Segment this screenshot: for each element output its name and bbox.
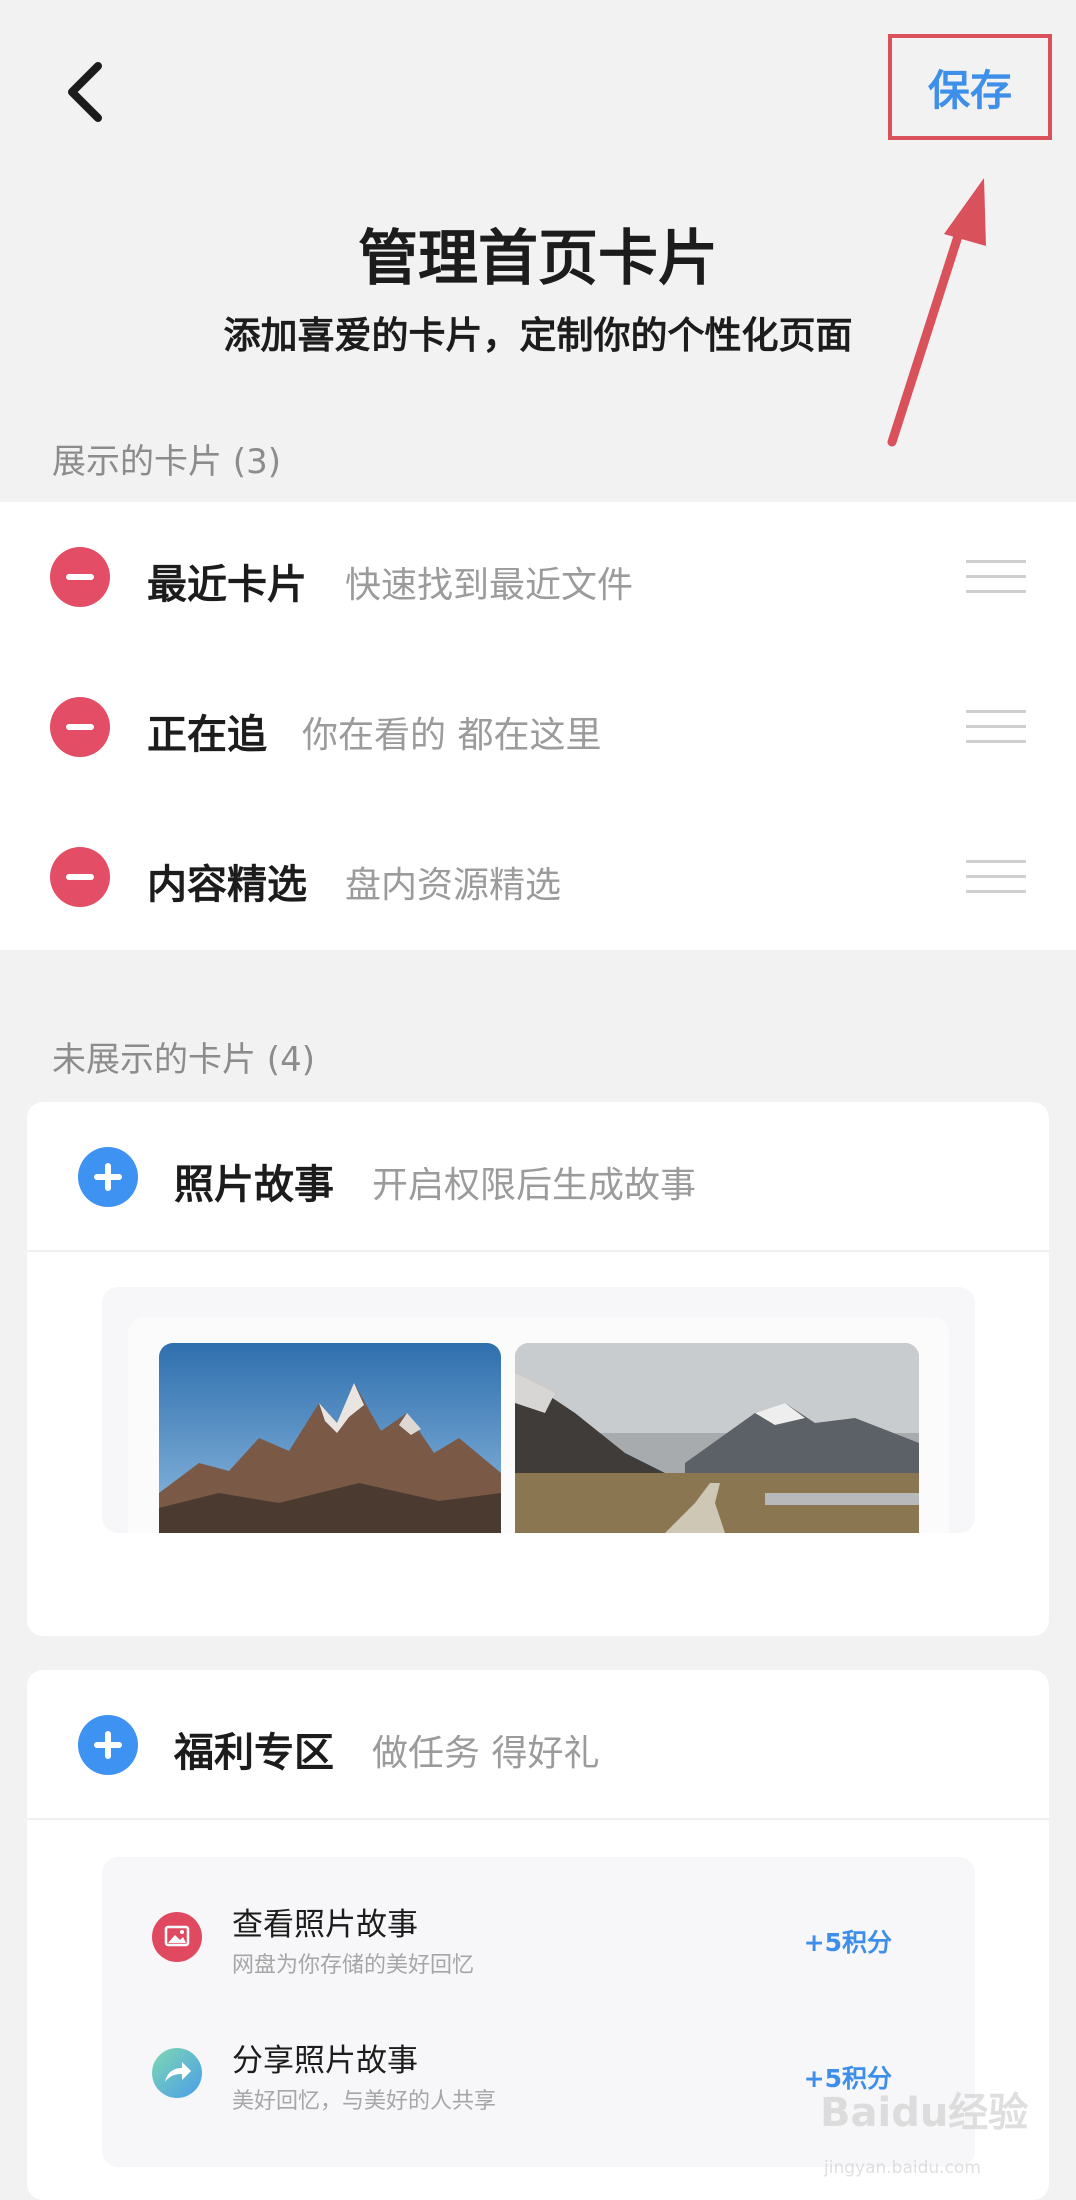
task-title: 查看照片故事: [232, 1907, 418, 1943]
card-description: 盘内资源精选: [345, 865, 562, 906]
task-reward[interactable]: +5积分: [804, 1923, 892, 1959]
photo-icon: [152, 1912, 202, 1962]
card-description: 快速找到最近文件: [345, 565, 634, 606]
remove-button[interactable]: [50, 697, 110, 757]
task-title: 分享照片故事: [232, 2043, 418, 2079]
card-description: 你在看的 都在这里: [302, 715, 602, 756]
hidden-card-photo-story: 照片故事 开启权限后生成故事: [27, 1102, 1049, 1636]
card-description: 开启权限后生成故事: [372, 1165, 697, 1206]
page-title: 管理首页卡片: [358, 224, 718, 294]
hidden-section-label: 未展示的卡片 (4): [52, 1040, 315, 1080]
photo-story-preview: [102, 1287, 975, 1533]
baidu-jingyan-watermark: Baidu经验 jingyan.baidu.com: [820, 2080, 1050, 2190]
share-icon: [152, 2048, 202, 2098]
shown-card-following: 正在追 你在看的 都在这里: [0, 652, 1076, 802]
save-button-label: 保存: [927, 65, 1012, 115]
card-title: 福利专区: [174, 1730, 334, 1776]
save-button[interactable]: 保存: [888, 34, 1052, 140]
card-title: 最近卡片: [147, 562, 307, 608]
mountain-path-photo: [515, 1343, 919, 1533]
mountain-peak-photo: [159, 1343, 501, 1533]
card-title: 照片故事: [174, 1162, 334, 1208]
chevron-left-icon: [68, 62, 102, 122]
card-header: 福利专区 做任务 得好礼: [27, 1670, 1049, 1820]
back-button[interactable]: [56, 56, 116, 128]
shown-card-featured: 内容精选 盘内资源精选: [0, 802, 1076, 952]
shown-section-label: 展示的卡片 (3): [52, 442, 281, 482]
shown-card-recent: 最近卡片 快速找到最近文件: [0, 502, 1076, 652]
drag-handle-icon[interactable]: [966, 860, 1026, 894]
card-header: 照片故事 开启权限后生成故事: [27, 1102, 1049, 1252]
card-title: 内容精选: [147, 862, 307, 908]
remove-button[interactable]: [50, 847, 110, 907]
watermark-text: Baidu经验: [820, 2090, 1029, 2136]
card-description: 做任务 得好礼: [372, 1733, 600, 1774]
watermark-url: jingyan.baidu.com: [824, 2158, 981, 2178]
page-subtitle: 添加喜爱的卡片，定制你的个性化页面: [223, 314, 853, 357]
remove-button[interactable]: [50, 547, 110, 607]
drag-handle-icon[interactable]: [966, 710, 1026, 744]
card-title: 正在追: [147, 712, 267, 758]
task-subtitle: 美好回忆，与美好的人共享: [232, 2089, 497, 2114]
add-button[interactable]: [78, 1147, 138, 1207]
add-button[interactable]: [78, 1715, 138, 1775]
task-subtitle: 网盘为你存储的美好回忆: [232, 1953, 475, 1978]
shown-card-list: 最近卡片 快速找到最近文件 正在追 你在看的 都在这里 内容精选 盘内资源精选: [0, 502, 1076, 950]
drag-handle-icon[interactable]: [966, 560, 1026, 594]
